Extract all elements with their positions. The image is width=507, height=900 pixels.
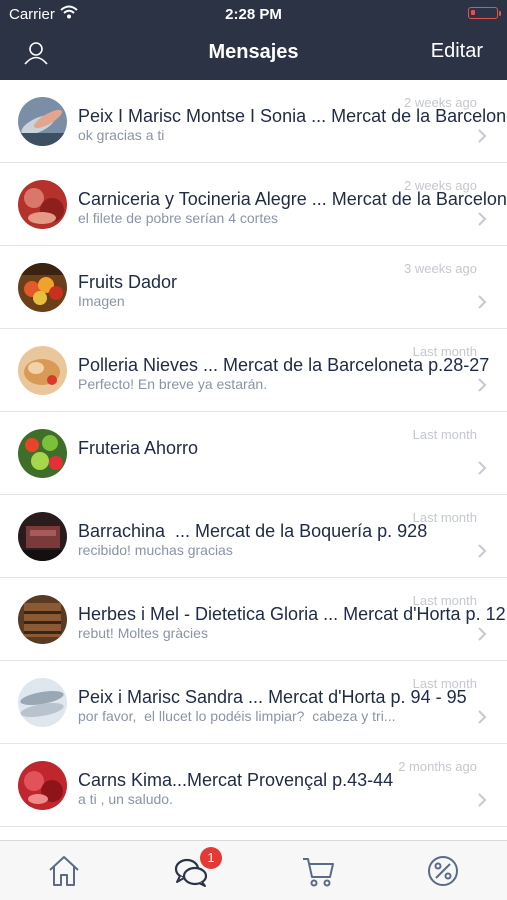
- message-preview: rebut! Moltes gràcies: [78, 625, 208, 641]
- message-preview: ok gracias a ti: [78, 127, 165, 143]
- message-time: Last month: [412, 593, 477, 608]
- battery-tip: [499, 11, 501, 16]
- avatar: [18, 512, 67, 561]
- message-row[interactable]: Peix I Marisc Montse I Sonia ... Mercat …: [0, 80, 507, 163]
- message-row[interactable]: Peix i Marisc Sandra ... Mercat d'Horta …: [0, 661, 507, 744]
- message-preview: el filete de pobre serían 4 cortes: [78, 210, 279, 226]
- message-time: 2 weeks ago: [404, 178, 477, 193]
- tab-bar: 1: [0, 840, 507, 900]
- message-row[interactable]: Polleria Nieves ... Mercat de la Barcelo…: [0, 329, 507, 412]
- avatar: [18, 429, 67, 478]
- chevron-right-icon: [477, 792, 487, 813]
- clock-label: 2:28 PM: [225, 6, 282, 23]
- cart-icon: [303, 858, 334, 887]
- message-title: Carns Kima...Mercat Provençal p.43-44: [78, 770, 394, 790]
- message-row[interactable]: Carniceria y Tocineria Alegre ... Mercat…: [0, 163, 507, 246]
- chevron-right-icon: [477, 626, 487, 647]
- message-preview: Imagen: [78, 293, 125, 309]
- tab-cart[interactable]: [298, 851, 338, 891]
- chevron-right-icon: [477, 709, 487, 730]
- status-bar: Carrier 2:28 PM: [0, 0, 507, 28]
- chevron-right-icon: [477, 128, 487, 149]
- battery-icon: [468, 7, 498, 19]
- message-time: 2 weeks ago: [404, 95, 477, 110]
- message-title: Fruteria Ahorro: [78, 438, 199, 458]
- message-time: Last month: [412, 344, 477, 359]
- message-row[interactable]: Fruteria Ahorro Last month: [0, 412, 507, 495]
- message-time: 2 months ago: [398, 759, 477, 774]
- message-preview: por favor, el llucet lo podéis limpiar? …: [78, 708, 396, 724]
- avatar: [18, 346, 67, 395]
- chevron-right-icon: [477, 543, 487, 564]
- message-title: Fruits Dador: [78, 272, 178, 292]
- avatar: [18, 761, 67, 810]
- nav-bar: Mensajes Editar: [0, 28, 507, 80]
- chevron-right-icon: [477, 211, 487, 232]
- message-row[interactable]: Carns Kima...Mercat Provençal p.43-44 a t…: [0, 744, 507, 827]
- top-bar: Carrier 2:28 PM Mensajes Editar: [0, 0, 507, 80]
- message-time: Last month: [412, 427, 477, 442]
- edit-button[interactable]: Editar: [431, 40, 483, 63]
- chevron-right-icon: [477, 377, 487, 398]
- message-row[interactable]: Herbes i Mel - Dietetica Gloria ... Merc…: [0, 578, 507, 661]
- message-title: Barrachina ... Mercat de la Boquería p. …: [78, 521, 428, 541]
- message-list: Peix I Marisc Montse I Sonia ... Mercat …: [0, 80, 507, 840]
- message-preview: recibido! muchas gracias: [78, 542, 233, 558]
- message-preview: a ti , un saludo.: [78, 791, 173, 807]
- chevron-right-icon: [477, 294, 487, 315]
- message-row[interactable]: Fruits Dador Imagen 3 weeks ago: [0, 246, 507, 329]
- message-time: Last month: [412, 510, 477, 525]
- message-time: 3 weeks ago: [404, 261, 477, 276]
- avatar: [18, 97, 67, 146]
- tab-offers[interactable]: [423, 851, 463, 891]
- percent-icon: [428, 856, 458, 886]
- avatar: [18, 180, 67, 229]
- avatar: [18, 263, 67, 312]
- home-icon: [49, 856, 79, 886]
- message-title: Peix i Marisc Sandra ... Mercat d'Horta …: [78, 687, 467, 707]
- message-preview: Perfecto! En breve ya estarán.: [78, 376, 268, 392]
- message-time: Last month: [412, 676, 477, 691]
- avatar: [18, 595, 67, 644]
- message-row[interactable]: Barrachina ... Mercat de la Boquería p. …: [0, 495, 507, 578]
- chevron-right-icon: [477, 460, 487, 481]
- tab-home[interactable]: [44, 851, 84, 891]
- avatar: [18, 678, 67, 727]
- unread-badge: 1: [200, 847, 222, 869]
